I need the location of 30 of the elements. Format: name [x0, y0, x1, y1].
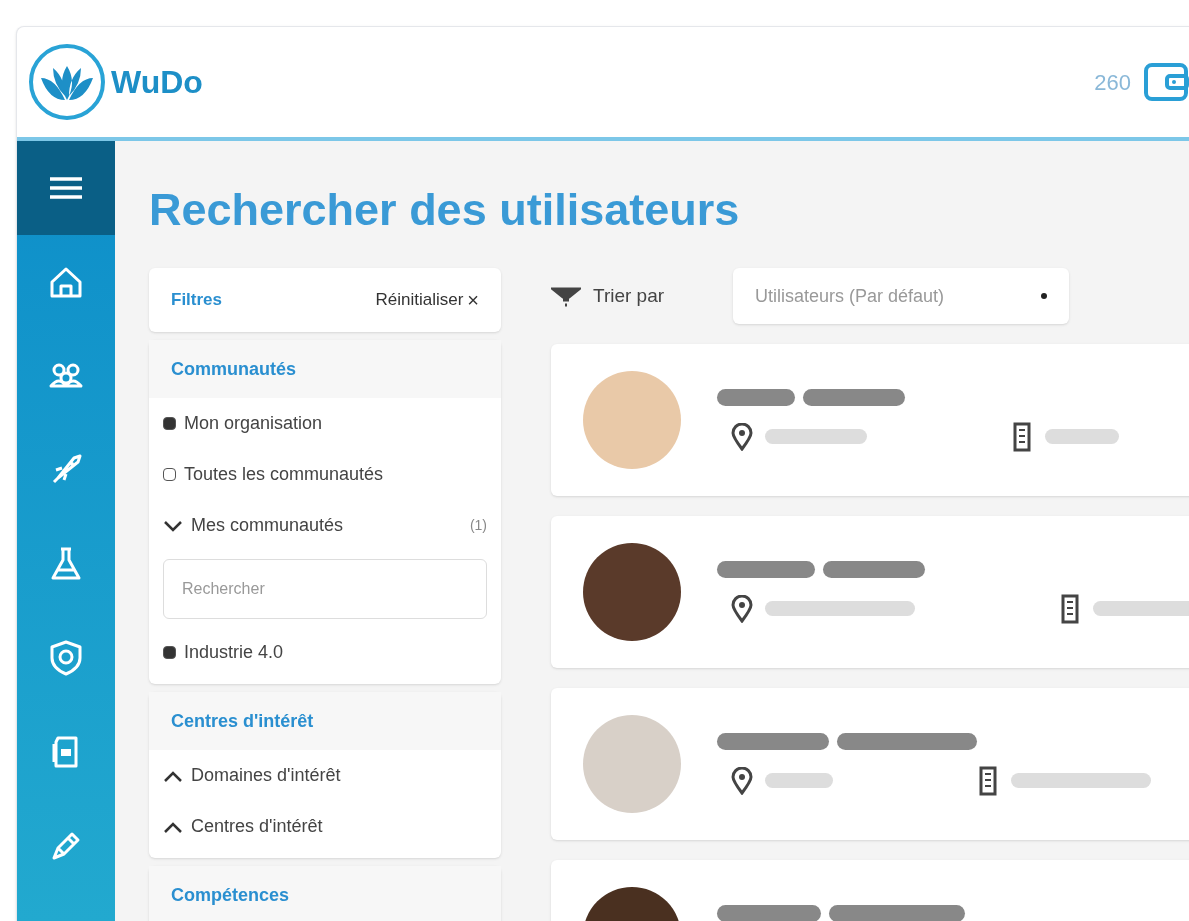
- collapsible-group[interactable]: Mes communautés (1): [149, 500, 501, 551]
- checkbox-option[interactable]: Industrie 4.0: [149, 627, 501, 678]
- location-pin-icon: [731, 422, 753, 451]
- sort-label: Trier par: [593, 283, 666, 308]
- wallet-icon[interactable]: [1143, 62, 1189, 102]
- checkbox[interactable]: [163, 468, 176, 481]
- reset-button[interactable]: Réinitialiser ×: [375, 285, 479, 315]
- location-pin-icon: [731, 594, 753, 623]
- building-icon: [1011, 421, 1033, 452]
- checkbox-option[interactable]: Mon organisation: [149, 398, 501, 449]
- logo-icon: [27, 42, 107, 122]
- building-icon: [1059, 593, 1081, 624]
- collapsible-group[interactable]: Centres d'intérêt: [149, 801, 501, 852]
- filters-title: Filtres: [171, 289, 223, 312]
- page-title: Rechercher des utilisateurs: [149, 187, 741, 232]
- building-icon: [977, 765, 999, 796]
- menu-icon: [48, 176, 84, 200]
- location-pin-icon: [731, 766, 753, 795]
- checkbox-option[interactable]: Toutes les communautés: [149, 449, 501, 500]
- user-card[interactable]: [551, 516, 1189, 668]
- search-field[interactable]: Rechercher: [163, 559, 487, 619]
- chevron-down-icon: [163, 518, 183, 533]
- logo-text: WuDo: [111, 63, 203, 102]
- checkbox[interactable]: [163, 417, 176, 430]
- filter-icon: [551, 285, 581, 307]
- collapsible-group[interactable]: Domaines d'intérêt: [149, 750, 501, 801]
- location-placeholder-bar: [765, 773, 833, 788]
- credits-count: 260: [1094, 68, 1131, 97]
- menu-button[interactable]: [17, 141, 115, 235]
- checkbox[interactable]: [163, 646, 176, 659]
